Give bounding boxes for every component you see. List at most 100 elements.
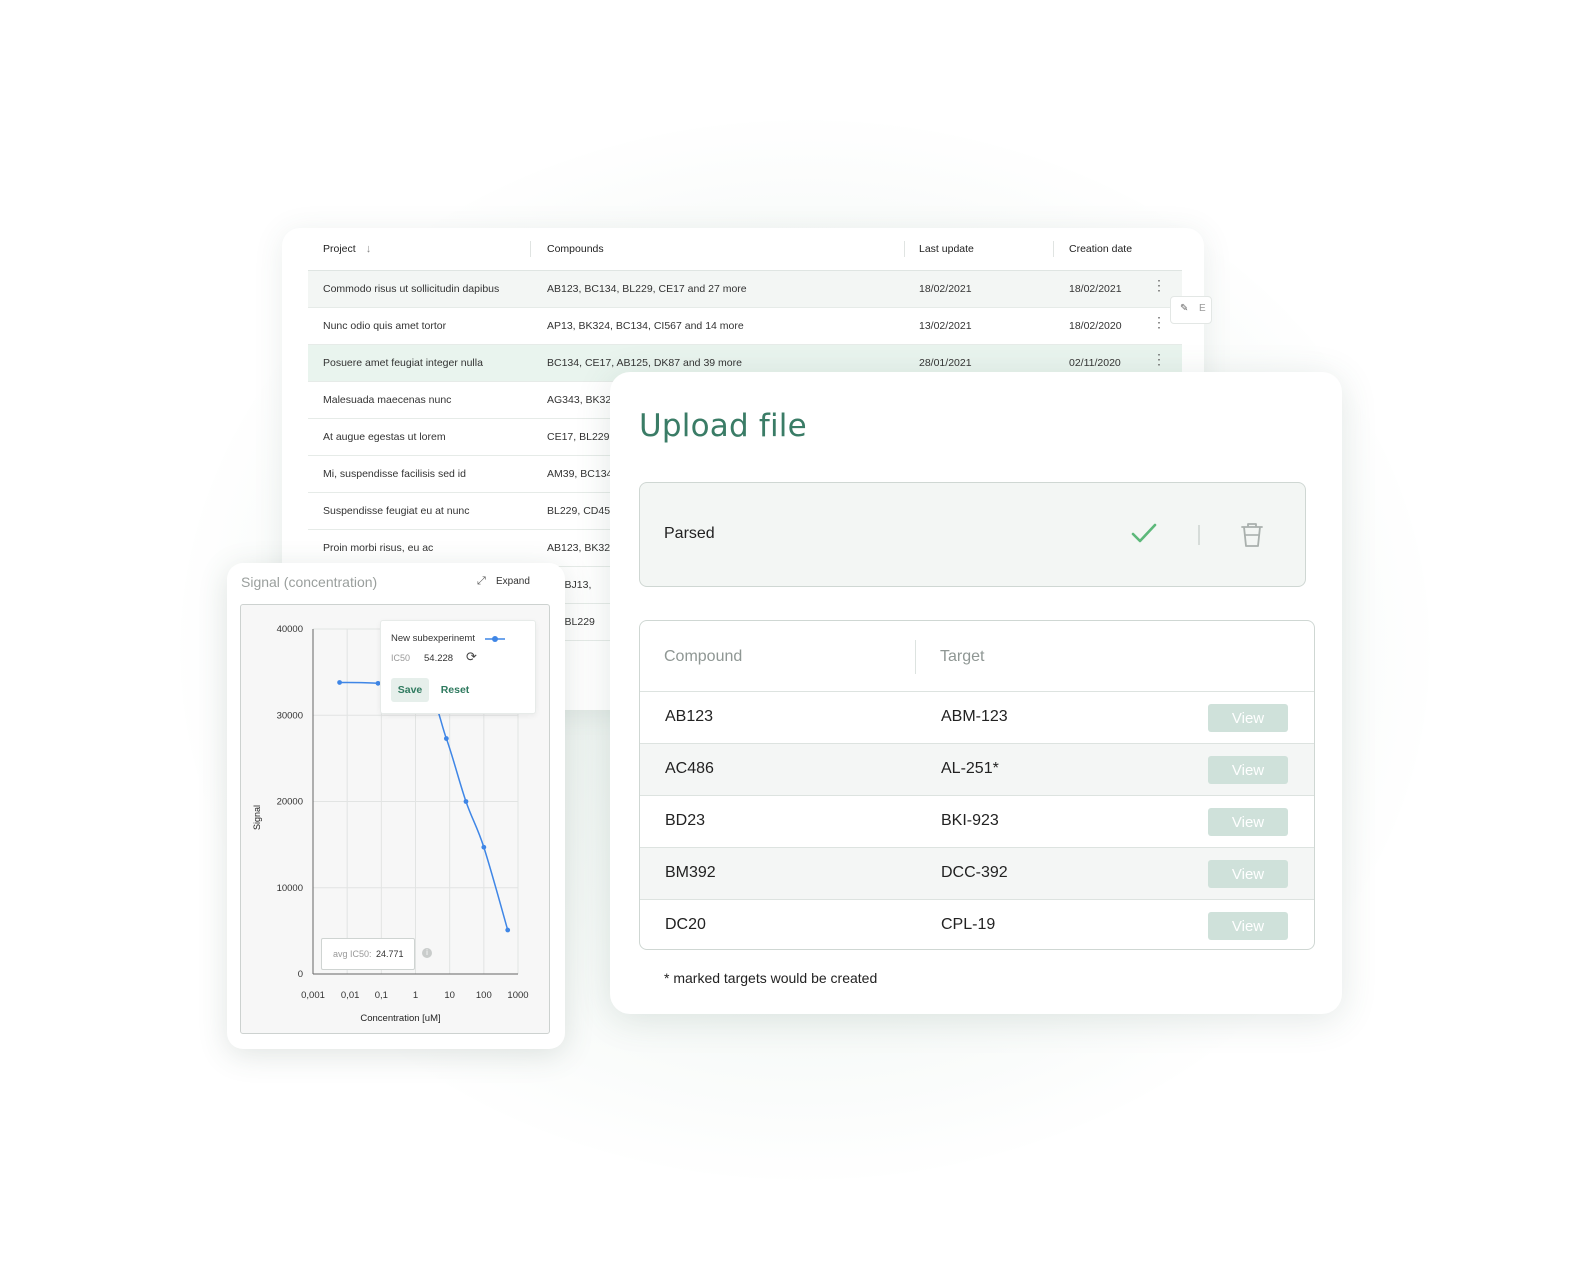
- column-divider: [904, 241, 905, 257]
- y-tick-label: 10000: [277, 883, 303, 894]
- y-tick-label: 30000: [277, 710, 303, 721]
- data-point[interactable]: [463, 799, 469, 804]
- view-button[interactable]: View: [1208, 704, 1288, 732]
- sort-down-arrow-icon[interactable]: ↓: [366, 243, 372, 255]
- table-row: BD23 BKI-923 View: [640, 796, 1314, 848]
- cell-compounds: BC134, CE17, AB125, DK87 and 39 more: [547, 357, 742, 369]
- data-point[interactable]: [481, 844, 487, 850]
- column-header-compounds[interactable]: Compounds: [547, 243, 604, 255]
- upload-file-dialog: Upload file Parsed Compound Target AB123…: [610, 372, 1342, 1014]
- cell-compound: AB123: [665, 708, 714, 725]
- view-button[interactable]: View: [1208, 808, 1288, 836]
- cell-compound: AC486: [665, 760, 714, 777]
- chart-panel-title: Signal (concentration): [241, 574, 378, 590]
- cell-compound: BM392: [665, 864, 716, 881]
- reset-button[interactable]: Reset: [435, 678, 475, 702]
- column-divider: [915, 640, 916, 674]
- cell-target: DCC-392: [941, 864, 1008, 881]
- ic50-label: IC50: [391, 653, 411, 663]
- cell-project: Malesuada maecenas nunc: [323, 394, 452, 406]
- cell-project: Commodo risus ut sollicitudin dapibus: [323, 283, 500, 295]
- cell-last-update: 28/01/2021: [919, 357, 972, 369]
- cell-project: Proin morbi risus, eu ac: [323, 542, 434, 554]
- dialog-title: Upload file: [639, 408, 807, 444]
- status-divider: [1198, 525, 1200, 545]
- refresh-icon[interactable]: ⟳: [466, 649, 477, 665]
- table-row[interactable]: Nunc odio quis amet tortor AP13, BK324, B…: [308, 308, 1182, 345]
- column-header-project[interactable]: Project ↓: [323, 243, 371, 255]
- x-tick-label: 1: [413, 990, 418, 1001]
- x-tick-label: 100: [476, 990, 492, 1001]
- table-row: DC20 CPL-19 View: [640, 900, 1314, 949]
- compound-table-body: AB123 ABM-123 View AC486 AL-251* View BD23 BKI-…: [640, 692, 1314, 949]
- projects-table-header: Project ↓ Compounds Last update Creation …: [308, 228, 1182, 271]
- cell-last-update: 13/02/2021: [919, 320, 972, 332]
- compound-target-table: Compound Target AB123 ABM-123 View AC486 AL-…: [639, 620, 1315, 950]
- x-tick-label: 1000: [507, 990, 528, 1001]
- check-icon: [1131, 523, 1157, 543]
- row-menu-icon[interactable]: ⋮: [1152, 315, 1166, 329]
- ic50-value: 54.228: [424, 653, 454, 664]
- cell-project: Suspendisse feugiat eu at nunc: [323, 505, 470, 517]
- cell-compound: DC20: [665, 916, 706, 933]
- legend-series-name: New subexperinemt: [391, 633, 475, 644]
- x-tick-label: 10: [444, 990, 455, 1001]
- pencil-icon: ✎: [1180, 303, 1189, 314]
- avg-ic50-value: 24.771: [376, 949, 404, 959]
- cell-target: AL-251*: [941, 760, 999, 777]
- cell-compounds: AP13, BK324, BC134, CI567 and 14 more: [547, 320, 744, 332]
- info-icon[interactable]: i: [422, 948, 432, 958]
- trash-icon[interactable]: [1240, 521, 1264, 549]
- cell-last-update: 18/02/2021: [919, 283, 972, 295]
- x-tick-label: 0,01: [341, 990, 360, 1001]
- avg-ic50-box: avg IC50: 24.771: [321, 938, 415, 970]
- cell-project: Mi, suspendisse facilisis sed id: [323, 468, 466, 480]
- data-point[interactable]: [337, 680, 342, 685]
- cell-target: ABM-123: [941, 708, 1008, 725]
- cell-creation-date: 02/11/2020: [1069, 357, 1121, 369]
- avg-ic50-label: avg IC50:: [333, 949, 372, 959]
- cell-project: Posuere amet feugiat integer nulla: [323, 357, 483, 369]
- footnote: * marked targets would be created: [664, 970, 878, 986]
- cell-compounds: AM39, BC134,: [547, 468, 616, 480]
- x-tick-label: 0,1: [375, 990, 388, 1001]
- series-legend-popover: New subexperinemt IC50 54.228 ⟳ Save Res…: [380, 620, 536, 714]
- cell-creation-date: 18/02/2020: [1069, 320, 1122, 332]
- file-status-label: Parsed: [664, 525, 715, 542]
- file-status-box: Parsed: [639, 482, 1306, 587]
- compound-table-header: Compound Target: [640, 621, 1314, 692]
- cell-target: BKI-923: [941, 812, 999, 829]
- cell-compounds: AG343, BK324: [547, 394, 618, 406]
- cell-compounds: AB123, BC134, BL229, CE17 and 27 more: [547, 283, 747, 295]
- column-divider: [1053, 241, 1054, 257]
- edit-popover[interactable]: ✎ E: [1170, 296, 1212, 324]
- column-header-last-update[interactable]: Last update: [919, 243, 974, 255]
- view-button[interactable]: View: [1208, 860, 1288, 888]
- x-tick-label: 0,001: [301, 990, 325, 1001]
- cell-compounds: AB123, BK324: [547, 542, 616, 554]
- table-row[interactable]: Commodo risus ut sollicitudin dapibus AB1…: [308, 271, 1182, 308]
- row-menu-icon[interactable]: ⋮: [1152, 278, 1166, 292]
- row-menu-icon[interactable]: ⋮: [1152, 352, 1166, 366]
- data-point[interactable]: [505, 927, 511, 933]
- view-button[interactable]: View: [1208, 912, 1288, 940]
- chart-frame: 0 10000 20000 30000 40000 0,001 0,01 0,1 1 10 100 1…: [240, 604, 550, 1034]
- column-divider: [530, 241, 531, 257]
- edit-label: E: [1199, 303, 1206, 314]
- data-point[interactable]: [443, 736, 449, 741]
- signal-chart-card: Signal (concentration) ⤢ Expand 0 10000 20…: [227, 563, 565, 1049]
- column-header-target: Target: [940, 648, 985, 665]
- y-tick-label: 0: [298, 969, 303, 980]
- column-header-creation-date[interactable]: Creation date: [1069, 243, 1132, 255]
- y-tick-label: 40000: [277, 624, 303, 635]
- x-axis-label: Concentration [uM]: [360, 1013, 440, 1024]
- cell-project: Nunc odio quis amet tortor: [323, 320, 447, 332]
- table-row: BM392 DCC-392 View: [640, 848, 1314, 900]
- cell-creation-date: 18/02/2021: [1069, 283, 1122, 295]
- table-row: AB123 ABM-123 View: [640, 692, 1314, 744]
- view-button[interactable]: View: [1208, 756, 1288, 784]
- cell-compound: BD23: [665, 812, 706, 829]
- legend-line-marker-icon: [485, 636, 505, 642]
- save-button[interactable]: Save: [391, 678, 429, 702]
- expand-button[interactable]: ⤢ Expand: [477, 575, 530, 587]
